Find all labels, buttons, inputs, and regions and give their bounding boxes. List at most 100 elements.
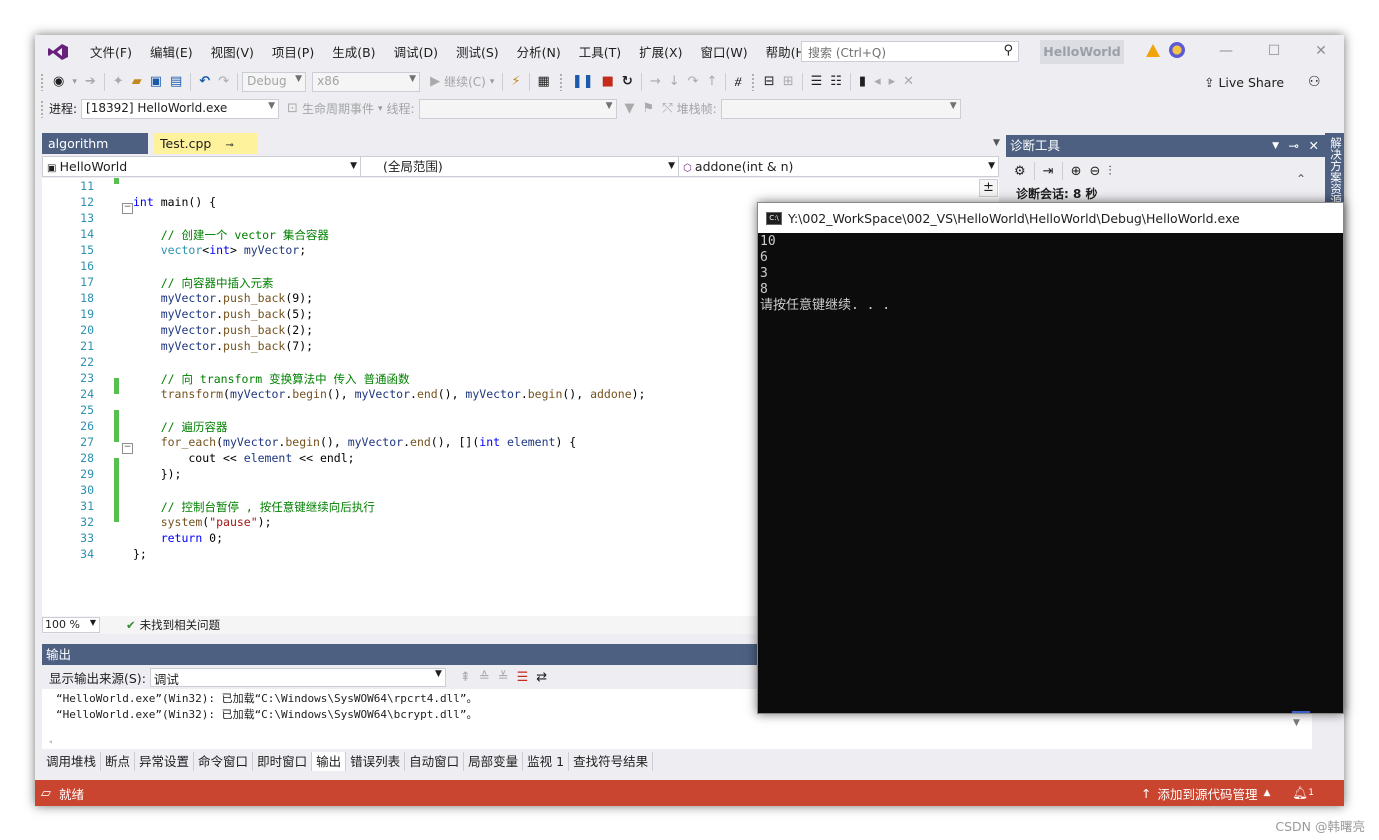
code-line[interactable]: cout << element << endl; xyxy=(133,451,354,465)
navigate-forward-icon[interactable]: ➔ xyxy=(85,74,96,90)
menu-window[interactable]: 窗口(W) xyxy=(691,42,756,61)
live-share-button[interactable]: ⇪ Live Share xyxy=(1204,75,1284,90)
find-message-icon[interactable]: ⇞ xyxy=(460,670,471,686)
code-line[interactable]: // 创建一个 vector 集合容器 xyxy=(133,227,329,243)
menu-project[interactable]: 项目(P) xyxy=(263,42,323,61)
continue-icon[interactable]: ▶ xyxy=(430,74,440,90)
menu-tools[interactable]: 工具(T) xyxy=(570,42,630,61)
project-dropdown[interactable]: ▣ HelloWorld ▼ xyxy=(43,157,361,176)
account-icon[interactable]: ⚇ xyxy=(1308,74,1321,90)
tab-watch-1[interactable]: 监视 1 xyxy=(523,752,570,771)
tab-algorithm[interactable]: algorithm xyxy=(42,133,148,154)
zoom-select[interactable]: 100 % ▼ xyxy=(42,617,100,633)
tab-immediate-window[interactable]: 即时窗口 xyxy=(253,752,313,771)
continue-dropdown-icon[interactable]: ▾ xyxy=(490,74,495,90)
redo-icon[interactable]: ↷ xyxy=(218,74,229,90)
clear-all-icon[interactable]: ☰ xyxy=(517,670,529,686)
step-into-icon[interactable]: ↓ xyxy=(669,74,680,90)
search-input[interactable]: 搜索 (Ctrl+Q) ⚲ xyxy=(801,41,1019,62)
toolbar-grip[interactable] xyxy=(750,72,755,91)
issues-status[interactable]: 未找到相关问题 xyxy=(140,617,221,633)
menu-file[interactable]: 文件(F) xyxy=(81,42,141,61)
menu-debug[interactable]: 调试(D) xyxy=(385,42,447,61)
comment-icon[interactable]: ⊟ xyxy=(764,74,775,90)
close-window-button[interactable]: ✕ xyxy=(1306,41,1336,61)
menu-edit[interactable]: 编辑(E) xyxy=(141,42,202,61)
tab-locals[interactable]: 局部变量 xyxy=(464,752,524,771)
scroll-left-icon[interactable]: ◂ xyxy=(48,737,53,746)
code-line[interactable]: int main() { xyxy=(133,195,216,209)
prev-bookmark-icon[interactable]: ◂ xyxy=(874,74,881,90)
open-file-icon[interactable]: ▰ xyxy=(132,74,142,90)
show-next-statement-icon[interactable]: → xyxy=(650,74,661,90)
menu-extensions[interactable]: 扩展(X) xyxy=(630,42,691,61)
zoom-out-icon[interactable]: ⊖ xyxy=(1089,163,1100,179)
pin-icon[interactable]: ⊸ xyxy=(1289,135,1299,157)
outdent-icon[interactable]: ☷ xyxy=(830,74,842,90)
new-project-icon[interactable]: ✦ xyxy=(113,74,124,90)
code-line[interactable]: vector<int> myVector; xyxy=(133,243,306,257)
toolbar-grip[interactable] xyxy=(40,99,44,118)
tab-autos[interactable]: 自动窗口 xyxy=(405,752,465,771)
code-line[interactable]: // 控制台暂停 , 按任意键继续向后执行 xyxy=(133,499,375,515)
split-editor-button[interactable]: ± xyxy=(979,179,998,197)
lifecycle-dropdown-icon[interactable]: ▾ xyxy=(378,104,383,114)
navigate-back-icon[interactable]: ◉ xyxy=(53,74,64,90)
code-line[interactable]: system("pause"); xyxy=(133,515,272,529)
next-message-icon[interactable]: ≚ xyxy=(498,670,509,686)
output-source-select[interactable]: 调试 ▼ xyxy=(149,668,446,687)
pin-icon[interactable]: ⊸ xyxy=(225,140,233,151)
restart-icon[interactable]: ↻ xyxy=(622,74,633,90)
code-line[interactable]: // 遍历容器 xyxy=(133,419,228,435)
code-line[interactable]: // 向 transform 变换算法中 传入 普通函数 xyxy=(133,371,410,387)
fold-toggle-icon[interactable]: − xyxy=(122,203,133,214)
scroll-up-icon[interactable]: ⌃ xyxy=(1296,172,1306,186)
reset-view-icon[interactable]: ⫶ xyxy=(1108,163,1111,179)
zoom-in-icon[interactable]: ⊕ xyxy=(1071,163,1082,179)
menu-build[interactable]: 生成(B) xyxy=(323,42,384,61)
uncomment-icon[interactable]: ⊞ xyxy=(783,74,794,90)
stop-icon[interactable]: ■ xyxy=(602,74,614,90)
indent-icon[interactable]: ☰ xyxy=(811,74,823,90)
configuration-select[interactable]: Debug ▼ xyxy=(242,71,307,92)
code-line[interactable]: myVector.push_back(7); xyxy=(133,339,313,353)
tab-find-symbol-results[interactable]: 查找符号结果 xyxy=(569,752,654,771)
tab-call-stack[interactable]: 调用堆栈 xyxy=(42,752,102,771)
word-wrap-icon[interactable]: ⇄ xyxy=(536,670,547,686)
back-dropdown-icon[interactable]: ▾ xyxy=(72,74,77,90)
export-icon[interactable]: ⇥ xyxy=(1043,163,1054,179)
save-all-icon[interactable]: ▤ xyxy=(170,74,182,90)
thread-filter-icon[interactable]: ⧣ xyxy=(734,74,741,90)
scroll-down-icon[interactable]: ▼ xyxy=(1293,718,1300,728)
code-line[interactable]: myVector.push_back(9); xyxy=(133,291,313,305)
tab-command-window[interactable]: 命令窗口 xyxy=(194,752,254,771)
tab-error-list[interactable]: 错误列表 xyxy=(346,752,406,771)
prev-message-icon[interactable]: ≙ xyxy=(479,670,490,686)
switch-frames-icon[interactable]: ⤲ xyxy=(662,101,672,117)
step-out-icon[interactable]: ↑ xyxy=(707,74,718,90)
member-dropdown[interactable]: ⬡ addone(int & n) ▼ xyxy=(679,157,998,176)
code-line[interactable]: }); xyxy=(133,467,182,481)
chevron-up-icon[interactable]: ▲ xyxy=(1263,788,1270,798)
scope-dropdown[interactable]: (全局范围) ▼ xyxy=(361,157,679,176)
app-icon[interactable]: ▦ xyxy=(538,74,550,90)
platform-select[interactable]: x86 ▼ xyxy=(312,71,421,92)
code-line[interactable]: myVector.push_back(5); xyxy=(133,307,313,321)
menu-test[interactable]: 测试(S) xyxy=(447,42,508,61)
code-line[interactable]: return 0; xyxy=(133,531,223,545)
menu-analyze[interactable]: 分析(N) xyxy=(508,42,570,61)
tab-exception-settings[interactable]: 异常设置 xyxy=(135,752,195,771)
stack-frame-select[interactable]: ▼ xyxy=(720,98,961,119)
feedback-icon[interactable] xyxy=(1169,42,1185,58)
code-line[interactable]: transform(myVector.begin(), myVector.end… xyxy=(133,387,646,401)
notifications-icon[interactable]: 🔔︎ xyxy=(1292,785,1308,801)
tab-list-dropdown-icon[interactable]: ▼ xyxy=(993,138,1000,148)
hot-reload-icon[interactable]: ⚡ xyxy=(511,74,520,90)
tab-output[interactable]: 输出 xyxy=(312,752,347,771)
maximize-button[interactable]: ☐ xyxy=(1259,41,1289,61)
tab-breakpoints[interactable]: 断点 xyxy=(101,752,136,771)
save-icon[interactable]: ▣ xyxy=(150,74,162,90)
next-bookmark-icon[interactable]: ▸ xyxy=(889,74,896,90)
toolbar-grip[interactable] xyxy=(558,72,563,91)
flag-all-icon[interactable]: ⚑ xyxy=(643,101,655,117)
